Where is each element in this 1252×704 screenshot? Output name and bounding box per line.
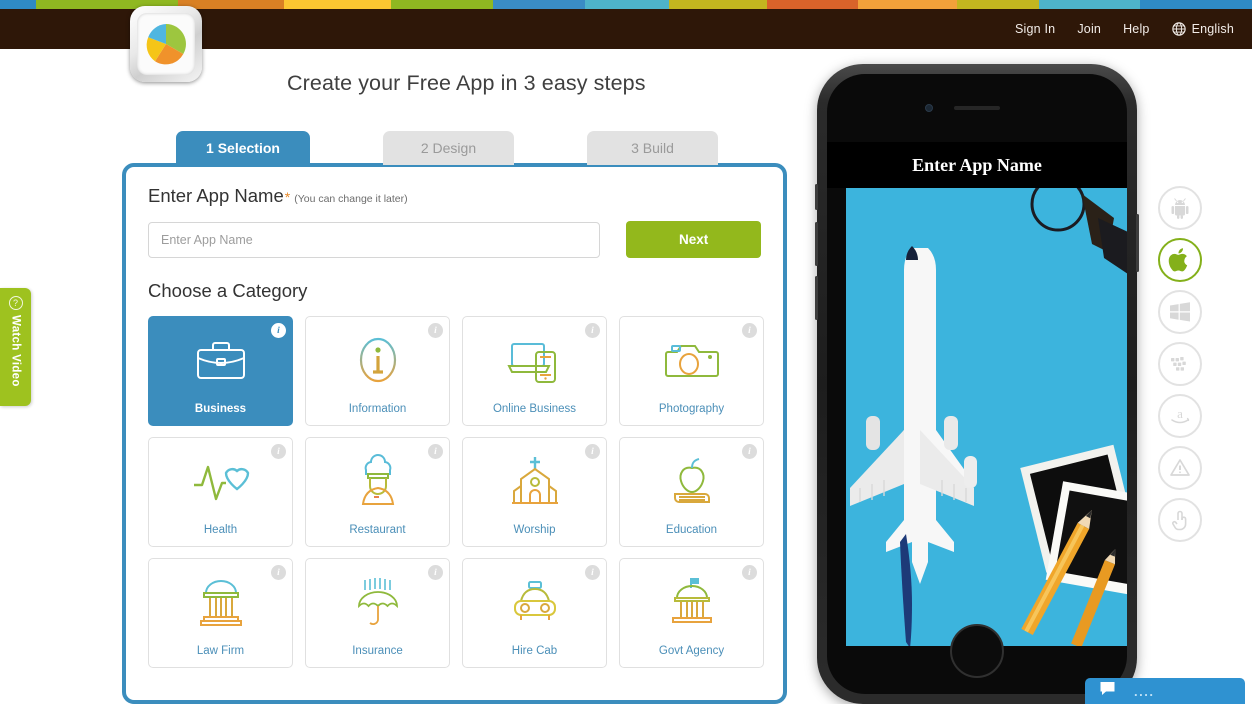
category-grid: i Business i Information i Online Busine…	[148, 316, 764, 668]
info-icon[interactable]: i	[742, 323, 757, 338]
category-label: Health	[203, 524, 238, 536]
tab-selection[interactable]: 1 Selection	[176, 131, 310, 165]
app-name-label-row: Enter App Name * (You can change it late…	[148, 185, 761, 207]
phone-button	[815, 184, 818, 210]
app-name-input[interactable]	[148, 221, 601, 258]
chat-dots-label: ....	[1134, 683, 1155, 699]
android-icon[interactable]	[1158, 186, 1202, 230]
stripe-segment	[0, 0, 37, 9]
amazon-icon[interactable]: a	[1158, 394, 1202, 438]
category-tile-health[interactable]: i Health	[148, 437, 293, 547]
required-asterisk: *	[284, 189, 291, 205]
preview-screen-image	[846, 188, 1127, 646]
category-tile-govt-agency[interactable]: i Govt Agency	[619, 558, 764, 668]
category-tile-photography[interactable]: i Photography	[619, 316, 764, 426]
selection-panel: Enter App Name * (You can change it late…	[122, 163, 787, 704]
category-tile-law-firm[interactable]: i Law Firm	[148, 558, 293, 668]
category-tile-education[interactable]: i Education	[619, 437, 764, 547]
category-label: Online Business	[492, 403, 577, 415]
stripe-segment	[283, 0, 392, 9]
category-label: Hire Cab	[511, 645, 558, 657]
app-name-form-row: Next	[148, 221, 761, 258]
hand-touch-icon[interactable]	[1158, 498, 1202, 542]
stripe-segment	[584, 0, 670, 9]
category-label: Insurance	[352, 645, 403, 657]
preview-app-title: Enter App Name	[912, 154, 1042, 175]
category-label: Worship	[513, 524, 556, 536]
header-nav: Sign In Join Help English	[1015, 9, 1234, 49]
phone-button	[815, 222, 818, 266]
chat-widget[interactable]: ....	[1085, 678, 1245, 704]
category-label: Law Firm	[196, 645, 245, 657]
app-builder-page: Sign In Join Help English Create your Fr…	[0, 0, 1252, 704]
info-icon[interactable]: i	[271, 444, 286, 459]
info-icon[interactable]: i	[271, 565, 286, 580]
tab-design[interactable]: 2 Design	[383, 131, 514, 165]
category-label: Business	[194, 403, 247, 415]
category-tile-online-business[interactable]: i Online Business	[462, 316, 607, 426]
category-label: Information	[348, 403, 407, 415]
stripe-segment	[391, 0, 494, 9]
chat-bubble-icon	[1099, 681, 1116, 701]
info-icon[interactable]: i	[428, 323, 443, 338]
language-selector[interactable]: English	[1171, 22, 1234, 36]
info-icon[interactable]: i	[428, 444, 443, 459]
front-camera-icon	[925, 104, 933, 112]
app-name-hint: (You can change it later)	[294, 193, 408, 205]
watch-video-label: Watch Video	[9, 315, 22, 387]
category-tile-information[interactable]: i Information	[305, 316, 450, 426]
category-tile-worship[interactable]: i Worship	[462, 437, 607, 547]
join-link[interactable]: Join	[1077, 22, 1101, 36]
category-label: Education	[665, 524, 718, 536]
blackberry-icon[interactable]	[1158, 342, 1202, 386]
watch-video-tab[interactable]: ? Watch Video	[0, 288, 31, 406]
stripe-segment	[766, 0, 858, 9]
stripe-segment	[1139, 0, 1252, 9]
next-button[interactable]: Next	[626, 221, 761, 258]
info-icon[interactable]: i	[271, 323, 286, 338]
info-icon[interactable]: i	[742, 565, 757, 580]
stripe-segment	[1039, 0, 1140, 9]
phone-button	[1136, 214, 1139, 272]
phone-button	[815, 276, 818, 320]
tab-build[interactable]: 3 Build	[587, 131, 718, 165]
category-tile-business[interactable]: i Business	[148, 316, 293, 426]
site-logo[interactable]	[130, 6, 202, 82]
stripe-segment	[957, 0, 1040, 9]
stripe-segment	[669, 0, 767, 9]
earpiece-speaker	[954, 106, 1000, 110]
stripe-segment	[857, 0, 958, 9]
svg-text:a: a	[1177, 406, 1183, 421]
category-label: Photography	[658, 403, 725, 415]
category-label: Govt Agency	[658, 645, 725, 657]
page-title: Create your Free App in 3 easy steps	[287, 71, 646, 95]
phone-preview: Enter App Name	[815, 64, 1139, 704]
info-icon[interactable]: i	[585, 565, 600, 580]
category-tile-hire-cab[interactable]: i Hire Cab	[462, 558, 607, 668]
category-tile-restaurant[interactable]: i Restaurant	[305, 437, 450, 547]
step-tabs: 1 Selection 2 Design 3 Build	[176, 131, 786, 165]
platform-selector: a	[1158, 186, 1202, 542]
question-mark-icon: ?	[8, 296, 23, 310]
home-button[interactable]	[950, 624, 1004, 678]
help-link[interactable]: Help	[1123, 22, 1150, 36]
sign-in-link[interactable]: Sign In	[1015, 22, 1055, 36]
choose-category-heading: Choose a Category	[148, 280, 308, 301]
warning-icon[interactable]	[1158, 446, 1202, 490]
info-icon[interactable]: i	[585, 444, 600, 459]
app-name-label: Enter App Name	[148, 185, 284, 206]
windows-icon[interactable]	[1158, 290, 1202, 334]
language-label: English	[1191, 22, 1234, 36]
apple-icon[interactable]	[1158, 238, 1202, 282]
globe-icon	[1171, 22, 1186, 36]
preview-title-bar: Enter App Name	[827, 142, 1127, 188]
phone-body: Enter App Name	[827, 74, 1127, 694]
pie-chart-logo-icon	[137, 13, 195, 75]
info-icon[interactable]: i	[585, 323, 600, 338]
stripe-segment	[493, 0, 585, 9]
info-icon[interactable]: i	[428, 565, 443, 580]
info-icon[interactable]: i	[742, 444, 757, 459]
category-label: Restaurant	[349, 524, 406, 536]
category-tile-insurance[interactable]: i Insurance	[305, 558, 450, 668]
